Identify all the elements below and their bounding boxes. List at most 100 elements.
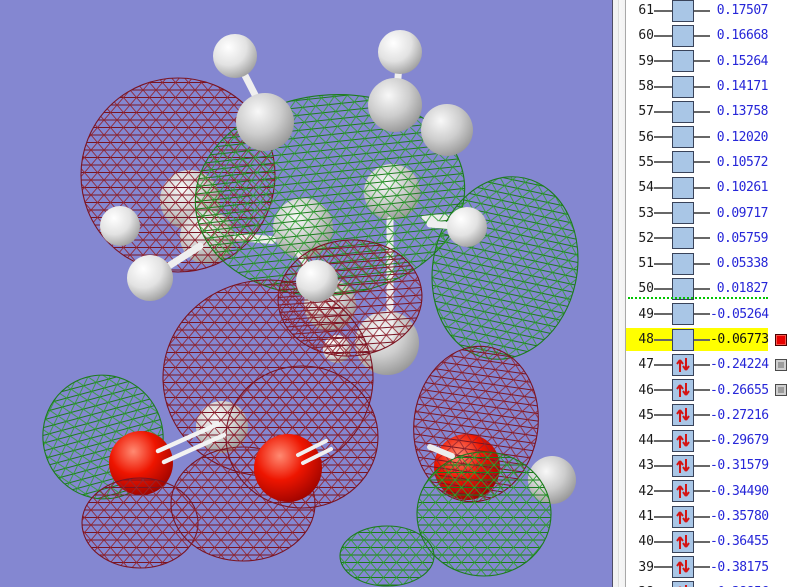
virtual-orbital-icon[interactable] [672,151,694,174]
orbital-energy-value: 0.17507 [716,3,769,19]
virtual-orbital-icon[interactable] [672,202,694,225]
orbital-row-band: 47 -0.24224 [626,353,769,376]
energy-level-line [654,237,672,240]
occupied-orbital-icon[interactable] [672,404,694,427]
virtual-orbital-icon[interactable] [672,0,694,22]
energy-level-line [694,186,710,189]
orbital-energy-value: -0.35780 [710,509,769,525]
virtual-orbital-icon[interactable] [672,303,694,326]
orbital-row[interactable]: 44 -0.29679 [626,428,800,453]
energy-level-line [694,515,710,518]
virtual-orbital-icon[interactable] [672,252,694,275]
orbital-row[interactable]: 40 -0.36455 [626,529,800,554]
orbital-lobe-positive [416,451,552,577]
orbital-energy-value: 0.15264 [716,53,769,69]
orbital-row[interactable]: 49 -0.05264 [626,302,800,327]
orbital-number: 60 [638,28,654,44]
orbital-row[interactable]: 53 0.09717 [626,200,800,225]
orbital-row-band: 39 -0.38175 [626,556,769,579]
orbital-row-band: 51 0.05338 [626,252,769,275]
orbital-row-band: 54 0.10261 [626,176,769,199]
energy-level-line [694,237,710,240]
energy-level-line [694,161,710,164]
energy-level-line [694,338,710,341]
orbital-row[interactable]: 43 -0.31579 [626,453,800,478]
orbital-checkbox[interactable] [775,358,787,371]
virtual-orbital-icon[interactable] [672,75,694,98]
orbital-row[interactable]: 38-0.38856 [626,580,800,587]
orbital-selected-checkbox[interactable] [775,333,787,346]
virtual-orbital-icon[interactable] [672,126,694,149]
energy-level-line [654,338,672,341]
orbital-energy-value: -0.34490 [710,483,769,499]
orbital-row-band: 60 0.16668 [626,24,769,47]
orbital-energy-value: 0.13758 [716,104,769,120]
occupied-orbital-icon[interactable] [672,454,694,477]
occupied-orbital-icon[interactable] [672,480,694,503]
orbital-row[interactable]: 61 0.17507 [626,0,800,23]
energy-level-line [694,85,710,88]
occupied-orbital-icon[interactable] [672,556,694,579]
orbital-row[interactable]: 60 0.16668 [626,23,800,48]
orbital-row-band: 61 0.17507 [626,0,769,22]
orbital-row[interactable]: 45 -0.27216 [626,403,800,428]
orbital-row[interactable]: 55 0.10572 [626,150,800,175]
orbital-row-band: 49 -0.05264 [626,303,769,326]
orbital-row[interactable]: 47 -0.24224 [626,352,800,377]
energy-level-line [654,161,672,164]
orbital-row-band: 40 -0.36455 [626,530,769,553]
orbital-row[interactable]: 42 -0.34490 [626,479,800,504]
orbital-number: 59 [638,53,654,69]
orbital-number: 45 [638,407,654,423]
occupied-orbital-icon[interactable] [672,581,694,587]
energy-level-line [694,414,710,417]
energy-level-line [654,515,672,518]
energy-level-line [654,540,672,543]
orbital-energy-value: -0.24224 [710,357,769,373]
energy-level-line [694,110,710,113]
orbital-checkbox[interactable] [775,384,787,397]
orbital-row[interactable]: 51 0.05338 [626,251,800,276]
energy-level-line [694,464,710,467]
orbital-row[interactable]: 48 -0.06773 [626,327,800,352]
occupied-orbital-icon[interactable] [672,530,694,553]
energy-level-line [654,186,672,189]
orbital-row[interactable]: 46 -0.26655 [626,377,800,402]
energy-level-line [694,566,710,569]
virtual-orbital-icon[interactable] [672,176,694,199]
energy-level-line [654,110,672,113]
molecule-3d-viewport[interactable] [0,0,612,587]
energy-level-line [694,540,710,543]
virtual-orbital-icon[interactable] [672,227,694,250]
orbital-row-band: 53 0.09717 [626,202,769,225]
virtual-orbital-icon[interactable] [672,50,694,73]
orbital-energy-value: 0.05759 [716,230,769,246]
orbital-energy-value: 0.05338 [716,256,769,272]
occupied-orbital-icon[interactable] [672,429,694,452]
energy-level-line [654,490,672,493]
energy-level-line [694,490,710,493]
virtual-orbital-icon[interactable] [672,100,694,123]
energy-level-line [654,34,672,37]
orbital-row[interactable]: 56 0.12020 [626,124,800,149]
energy-level-line [654,9,672,12]
orbital-row-selected-band: 48 -0.06773 [626,328,769,351]
orbital-row[interactable]: 52 0.05759 [626,226,800,251]
orbital-row[interactable]: 59 0.15264 [626,49,800,74]
occupied-orbital-icon[interactable] [672,353,694,376]
occupied-orbital-icon[interactable] [672,379,694,402]
energy-level-line [694,9,710,12]
orbital-row[interactable]: 57 0.13758 [626,99,800,124]
oxygen-atom [254,434,322,502]
orbital-row-band: 46 -0.26655 [626,379,769,402]
orbital-row[interactable]: 41 -0.35780 [626,504,800,529]
orbital-row[interactable]: 54 0.10261 [626,175,800,200]
orbital-energy-value: 0.10261 [716,180,769,196]
occupied-orbital-icon[interactable] [672,505,694,528]
virtual-orbital-icon[interactable] [672,328,694,351]
orbital-row[interactable]: 58 0.14171 [626,74,800,99]
virtual-orbital-icon[interactable] [672,24,694,47]
orbital-row[interactable]: 39 -0.38175 [626,555,800,580]
orbital-row-band: 45 -0.27216 [626,404,769,427]
energy-level-line [654,287,672,290]
